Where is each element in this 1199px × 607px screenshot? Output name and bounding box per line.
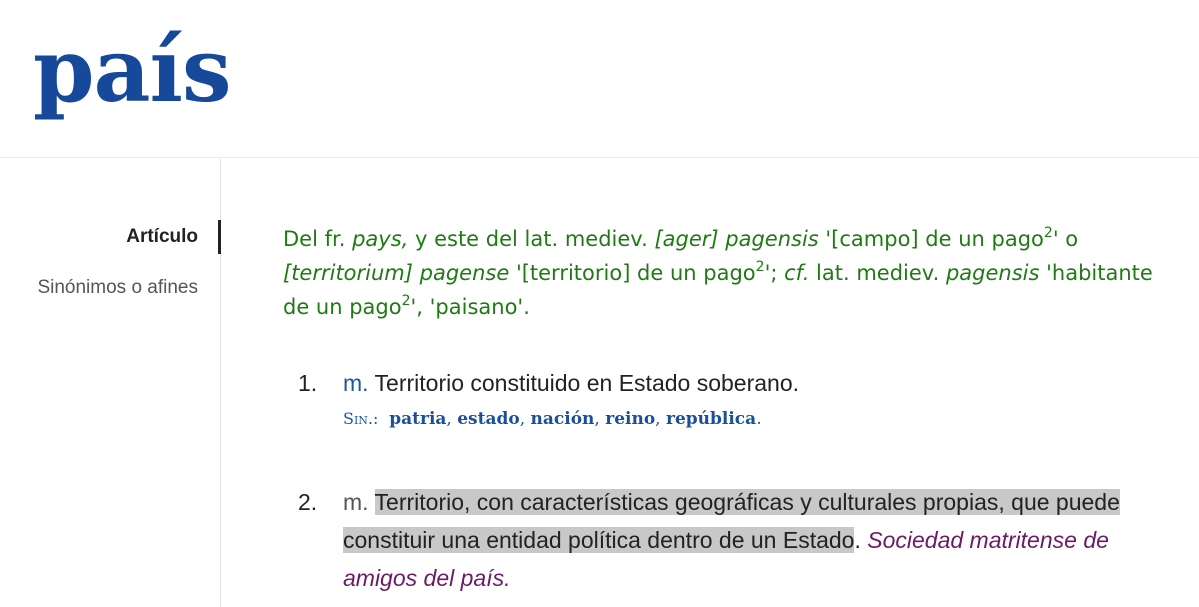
etym-text: '[territorio] de un pago: [509, 261, 756, 285]
usage-example: amigos del país.: [343, 565, 511, 591]
etymology-line-1: Del fr. pays, y este del lat. mediev. [a…: [283, 222, 1199, 256]
nav-item-articulo[interactable]: Artículo: [126, 225, 198, 249]
etym-term: [ager] pagensis: [654, 227, 819, 251]
synonym-link[interactable]: nación: [531, 409, 595, 429]
etymology-text: Del fr. pays, y este del lat. mediev. [a…: [283, 222, 1199, 324]
etym-text: de un pago: [283, 295, 402, 319]
nav-item-sinonimos[interactable]: Sinónimos o afines: [37, 276, 198, 300]
etym-text: ';: [764, 261, 785, 285]
etym-term: pagensis: [945, 261, 1040, 285]
synonym-separator: ,: [655, 409, 666, 429]
synonym-link[interactable]: estado: [457, 409, 519, 429]
synonyms-end: .: [756, 409, 762, 429]
etymology-line-3: de un pago2', 'paisano'.: [283, 290, 1199, 324]
definition-number: 1.: [298, 370, 318, 396]
headword-title: país: [33, 18, 232, 122]
synonym-separator: ,: [446, 409, 458, 429]
definition-body: m. Territorio, con características geogr…: [343, 483, 1178, 597]
definition-body: m. Territorio constituido en Estado sobe…: [343, 364, 1178, 402]
selected-text: Territorio, con características geográfi…: [374, 489, 1120, 515]
etym-term: cf.: [784, 261, 810, 285]
synonyms-label: Sin.:: [343, 409, 379, 428]
synonym-separator: ,: [594, 409, 606, 429]
etym-term: pays,: [352, 227, 409, 251]
etymology-line-2: [territorium] pagense '[territorio] de u…: [283, 256, 1199, 290]
synonym-link[interactable]: reino: [605, 409, 655, 429]
etym-term: [territorium] pagense: [283, 261, 510, 285]
selected-text: constituir una entidad política dentro d…: [343, 527, 855, 553]
etym-text: y este del lat. mediev.: [408, 227, 655, 251]
synonyms-line: Sin.: patria, estado, nación, reino, rep…: [343, 406, 762, 432]
etym-superscript: 2: [755, 259, 765, 275]
etym-text: lat. mediev.: [809, 261, 946, 285]
etym-text: '[campo] de un pago: [818, 227, 1044, 251]
definition-text: Territorio constituido en Estado soberan…: [368, 370, 800, 396]
active-nav-indicator: [218, 220, 221, 254]
etym-text: 'habitante: [1039, 261, 1153, 285]
usage-example: Sociedad matritense de: [860, 527, 1109, 553]
article-sidebar: Artículo Sinónimos o afines: [0, 158, 221, 607]
etym-text: Del fr.: [283, 227, 353, 251]
synonym-link[interactable]: patria: [389, 409, 446, 429]
etym-text: ' o: [1052, 227, 1079, 251]
grammar-abbr[interactable]: m.: [343, 489, 369, 515]
grammar-abbr[interactable]: m.: [343, 370, 369, 396]
etym-text: ', 'paisano'.: [410, 295, 530, 319]
definition-number: 2.: [298, 489, 318, 515]
synonym-link[interactable]: república: [666, 409, 756, 429]
etym-superscript: 2: [1043, 225, 1053, 241]
synonym-separator: ,: [519, 409, 531, 429]
etym-superscript: 2: [401, 293, 411, 309]
